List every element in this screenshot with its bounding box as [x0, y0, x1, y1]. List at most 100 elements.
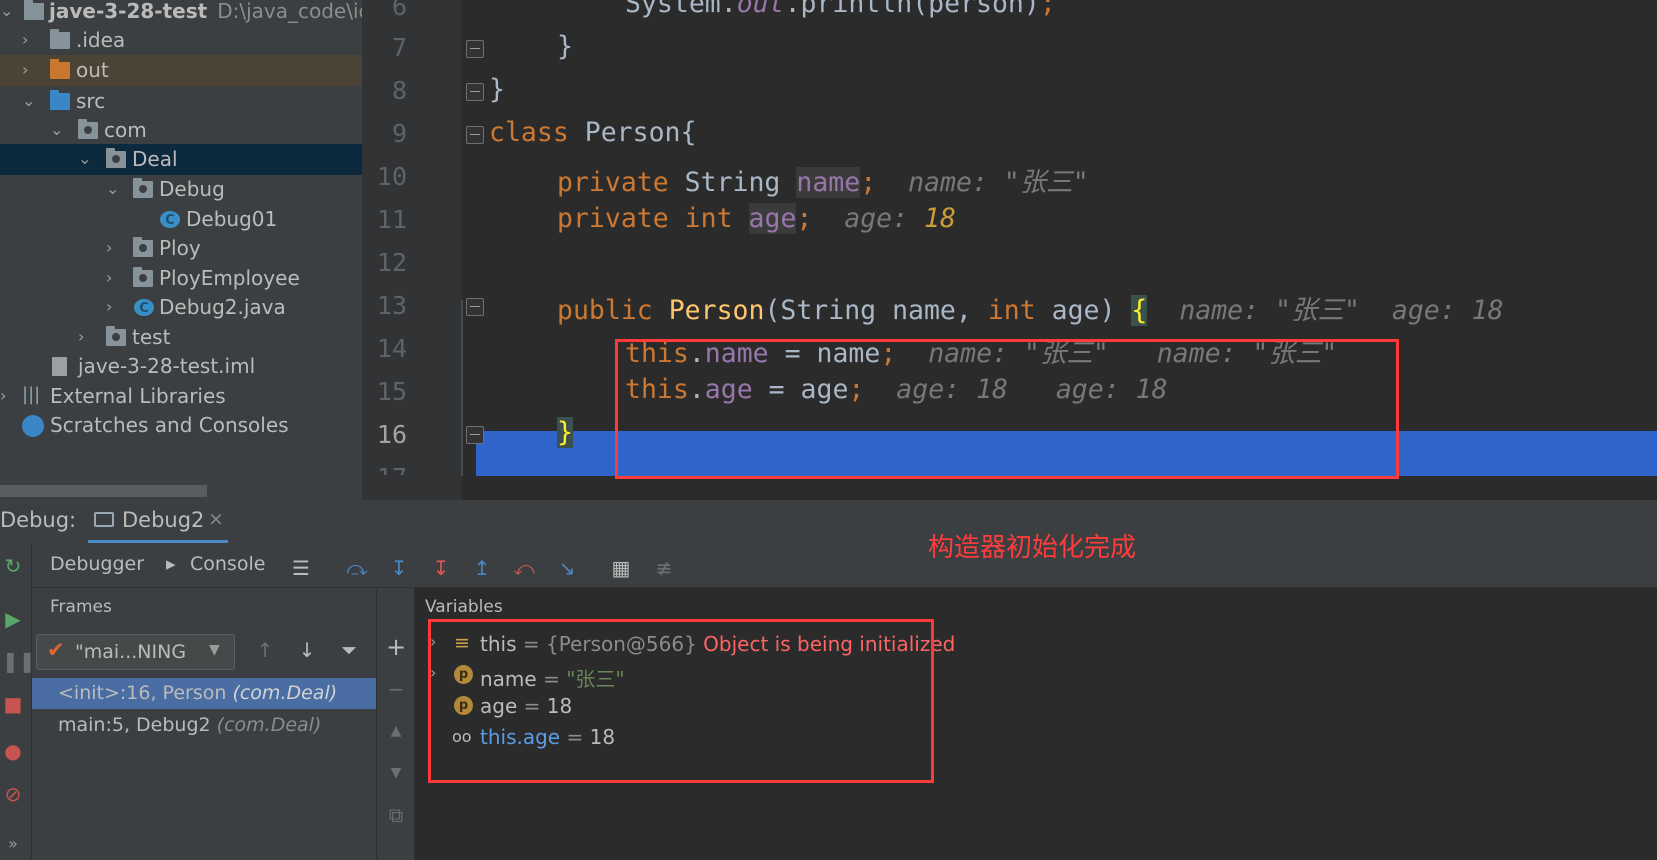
run-config-icon [94, 512, 114, 527]
resume-icon[interactable]: ▶ [2, 608, 24, 630]
inline-value-hint: name: "张三" [1179, 295, 1360, 326]
tab-debug2[interactable]: Debug2 × [88, 504, 228, 543]
line-number: 15 [376, 377, 407, 406]
chevron-down-icon[interactable]: ⌄ [78, 149, 94, 169]
annotation-box-variables [428, 619, 934, 783]
code-line-10: private String name; name: "张三" [557, 167, 1089, 198]
stop-icon[interactable]: ■ [2, 693, 24, 715]
package-icon [78, 119, 98, 139]
more-icon[interactable]: » [2, 833, 24, 855]
move-up-icon[interactable]: ▲ [383, 718, 409, 744]
tree-item-ployemployee[interactable]: › PloyEmployee [0, 263, 362, 294]
tree-item-iml[interactable]: jave-3-28-test.iml [0, 351, 362, 382]
thread-selector[interactable]: ✔ "mai...NING ▼ [36, 634, 235, 670]
chevron-down-icon: ▼ [209, 642, 220, 658]
tree-item-label: Debug01 [186, 207, 278, 231]
filter-icon[interactable]: ⏷ [336, 637, 362, 663]
view-breakpoints-icon[interactable]: ● [2, 740, 24, 762]
fold-marker-icon[interactable] [466, 83, 484, 101]
chevron-down-icon[interactable]: ⌄ [106, 179, 122, 199]
remove-watch-icon[interactable]: − [383, 676, 409, 702]
frame-item[interactable]: main:5, Debug2 (com.Deal) [32, 710, 376, 741]
tree-item-ploy[interactable]: › Ploy [0, 233, 362, 264]
fold-marker-icon[interactable] [466, 126, 484, 144]
chevron-right-icon[interactable]: › [106, 268, 122, 288]
console-icon: ▸ [166, 553, 176, 575]
tab-label: Debug2 [122, 508, 205, 532]
run-to-cursor-icon[interactable]: ↘ [554, 555, 580, 581]
close-icon[interactable]: × [208, 508, 224, 530]
frame-item[interactable]: <init>:16, Person (com.Deal) [32, 678, 376, 709]
scratches-icon [22, 415, 44, 437]
line-number: 10 [376, 162, 407, 191]
tab-debugger[interactable]: Debugger [31, 553, 163, 593]
step-into-icon[interactable]: ↧ [386, 555, 412, 581]
tree-item-scratches[interactable]: Scratches and Consoles [0, 410, 362, 441]
debug-window-title: Debug: [0, 508, 77, 532]
tree-item-label: out [76, 58, 109, 82]
chevron-down-icon[interactable]: ⌄ [0, 1, 16, 21]
tree-item-debug2-java[interactable]: › C Debug2.java [0, 292, 362, 323]
line-number: 13 [376, 291, 407, 320]
drop-frame-icon[interactable]: ⤺ [511, 555, 537, 581]
chevron-right-icon[interactable]: › [0, 386, 16, 406]
copy-icon[interactable]: ⧉ [383, 802, 409, 828]
move-down-icon[interactable]: ▼ [383, 760, 409, 786]
chevron-right-icon[interactable]: › [106, 297, 122, 317]
tree-item-debug[interactable]: ⌄ Debug [0, 174, 362, 205]
arrow-down-icon[interactable]: ↓ [294, 637, 320, 663]
tree-item-test[interactable]: › test [0, 322, 362, 353]
line-number: 12 [376, 248, 407, 277]
inline-value-hint: name: "张三" [908, 167, 1089, 198]
chevron-right-icon[interactable]: › [22, 60, 38, 80]
trace-stream-icon[interactable]: ≢ [651, 555, 677, 581]
tree-item-label: src [76, 89, 106, 113]
folder-icon [50, 29, 70, 49]
tree-item-deal[interactable]: ⌄ Deal [0, 144, 362, 175]
chevron-right-icon[interactable]: › [22, 30, 38, 50]
check-icon: ✔ [47, 638, 65, 662]
chevron-right-icon[interactable]: › [106, 238, 122, 258]
tree-item-project-root[interactable]: ⌄ jave-3-28-test D:\java_code\ide [0, 0, 362, 27]
add-watch-icon[interactable]: + [383, 634, 409, 660]
rerun-icon[interactable]: ↻ [2, 555, 24, 577]
debug-action-bar: ↻ ▶ ❚❚ ■ ● ⊘ » [0, 543, 36, 860]
tree-item-label: Debug2.java [159, 295, 286, 319]
evaluate-expression-icon[interactable]: ▦ [608, 555, 634, 581]
inline-value-hint: age: 18 [844, 203, 956, 234]
line-number: 14 [376, 334, 407, 363]
project-path: D:\java_code\ide [217, 0, 362, 23]
tree-item-idea[interactable]: › .idea [0, 25, 362, 56]
chevron-down-icon[interactable]: ⌄ [50, 120, 66, 140]
code-line-8: } [489, 74, 505, 105]
tree-item-label: jave-3-28-test.iml [78, 354, 256, 378]
tree-item-label: Ploy [159, 236, 201, 260]
tree-item-out[interactable]: › out [0, 55, 362, 86]
step-over-icon[interactable]: ⤼ [344, 555, 370, 581]
folder-icon [50, 59, 70, 79]
package-icon [133, 237, 153, 257]
tree-item-external-libraries[interactable]: › ||| External Libraries [0, 381, 362, 412]
chevron-right-icon[interactable]: › [78, 327, 94, 347]
fold-marker-icon[interactable] [466, 298, 484, 316]
tab-console[interactable]: Console [190, 553, 265, 575]
line-number: 9 [391, 119, 407, 148]
arrow-up-icon[interactable]: ↑ [252, 637, 278, 663]
horizontal-scrollbar[interactable] [0, 485, 207, 497]
project-tree: ⌄ jave-3-28-test D:\java_code\ide › .idea… [0, 0, 362, 500]
step-out-icon[interactable]: ↥ [469, 555, 495, 581]
chevron-down-icon[interactable]: ⌄ [22, 91, 38, 111]
tree-item-label: Debug [159, 177, 225, 201]
debugger-subtabs: Debugger ▸ Console [31, 543, 1657, 593]
tree-item-label: com [104, 118, 147, 142]
fold-marker-icon[interactable] [466, 426, 484, 444]
force-step-into-icon[interactable]: ↧ [428, 555, 454, 581]
tree-item-src[interactable]: ⌄ src [0, 86, 362, 117]
tree-item-com[interactable]: ⌄ com [0, 115, 362, 146]
pause-icon[interactable]: ❚❚ [2, 650, 36, 672]
tree-item-debug01[interactable]: C Debug01 [0, 204, 362, 235]
line-number: 8 [391, 76, 407, 105]
fold-marker-icon[interactable] [466, 40, 484, 58]
mute-breakpoints-icon[interactable]: ⊘ [2, 783, 24, 805]
layout-menu-icon[interactable]: ☰ [288, 555, 314, 581]
